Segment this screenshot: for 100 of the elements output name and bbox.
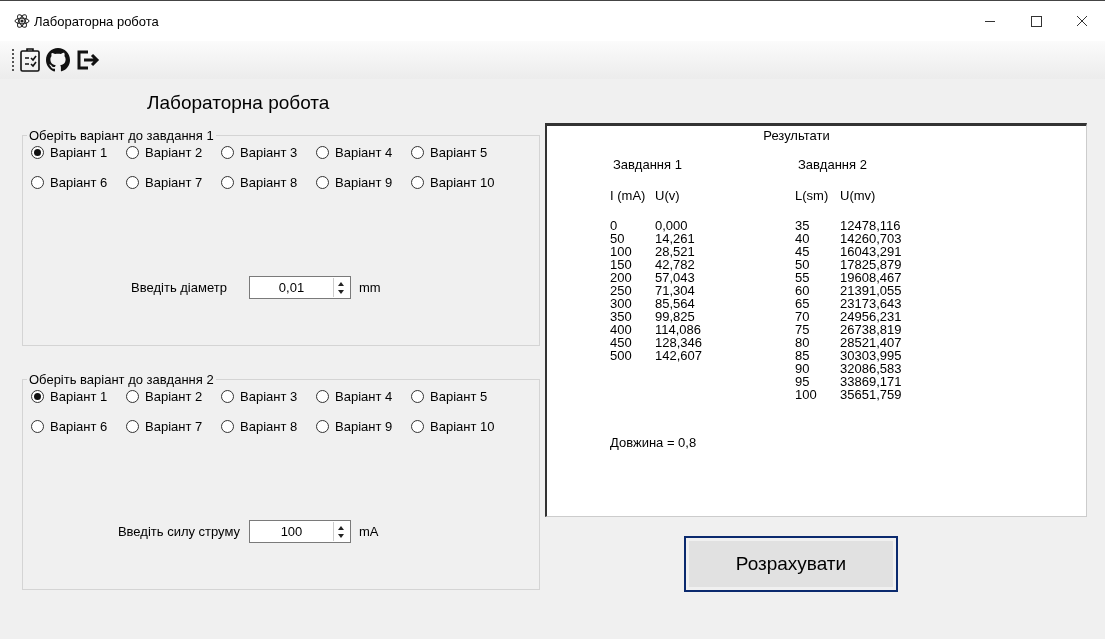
table-cell-text: 60	[795, 284, 811, 297]
table-cell-text: 250	[610, 284, 633, 297]
radio-circle-icon[interactable]	[411, 420, 424, 433]
task-heading: Завдання 2	[798, 157, 868, 174]
table-cell-text: 65	[795, 297, 811, 310]
radio-circle-icon[interactable]	[221, 390, 234, 403]
radio-circle-icon[interactable]	[316, 420, 329, 433]
table-cell-text: 142,607	[655, 349, 703, 362]
radio-option[interactable]: Варіант 4	[316, 145, 411, 160]
table-cell-text: 42,782	[655, 258, 696, 271]
radio-circle-icon[interactable]	[316, 146, 329, 159]
radio-circle-icon[interactable]	[31, 146, 44, 159]
table-cell-text: 28,521	[655, 245, 696, 258]
field-label: Введіть силу струму	[116, 524, 242, 539]
window-title: Лабораторна робота	[34, 13, 159, 29]
table-cell-text: 24956,231	[840, 310, 903, 323]
radio-circle-icon[interactable]	[126, 420, 139, 433]
table-cell-text: 30303,995	[840, 349, 903, 362]
table-cell-text: 45	[795, 245, 811, 258]
table-cell-text: 19608,467	[840, 271, 903, 284]
table-cell-text: 350	[610, 310, 633, 323]
radio-circle-icon[interactable]	[126, 390, 139, 403]
radio-circle-icon[interactable]	[316, 390, 329, 403]
radio-option[interactable]: Варіант 3	[221, 145, 316, 160]
radio-circle-icon[interactable]	[31, 390, 44, 403]
column-header: U(v)	[655, 189, 681, 205]
results-title: Результати	[762, 128, 831, 143]
radio-option[interactable]: Варіант 7	[126, 175, 221, 190]
table-cell-text: 114,086	[655, 323, 703, 336]
radio-option[interactable]: Варіант 9	[316, 175, 411, 190]
radio-option[interactable]: Варіант 1	[31, 389, 126, 404]
column-header: I (mA)	[610, 189, 647, 205]
table-cell-text: 450	[610, 336, 633, 349]
radio-option[interactable]: Варіант 5	[411, 145, 521, 160]
table-cell-text: 85,564	[655, 297, 696, 310]
radio-circle-icon[interactable]	[31, 176, 44, 189]
radio-circle-icon[interactable]	[316, 176, 329, 189]
table-cell-text: 85	[795, 349, 811, 362]
radio-option[interactable]: Варіант 8	[221, 419, 316, 434]
field-label: Введіть діаметр	[130, 280, 228, 295]
column-header: L(sm)	[795, 189, 830, 205]
table-cell-text: 28521,407	[840, 336, 903, 349]
radio-option[interactable]: Варіант 9	[316, 419, 411, 434]
table-cell-text: 12478,116	[840, 219, 902, 232]
table-cell-text: 70	[795, 310, 811, 323]
table-cell-text: 300	[610, 297, 633, 310]
clipboard-checklist-icon[interactable]	[19, 47, 41, 73]
table-cell-text: 71,304	[655, 284, 696, 297]
grip-icon	[12, 48, 15, 72]
radio-option[interactable]: Варіант 4	[316, 389, 411, 404]
radio-option[interactable]: Варіант 2	[126, 145, 221, 160]
table-cell-text: 128,346	[655, 336, 703, 349]
table-cell-text: 50	[610, 232, 626, 245]
table-cell-text: 100	[610, 245, 633, 258]
table-cell-text: 99,825	[655, 310, 696, 323]
radio-circle-icon[interactable]	[221, 420, 234, 433]
table-cell-text: 500	[610, 349, 633, 362]
table-cell-text: 95	[795, 375, 811, 388]
radio-option[interactable]: Варіант 5	[411, 389, 521, 404]
radio-option[interactable]: Варіант 3	[221, 389, 316, 404]
table-cell-text: 26738,819	[840, 323, 903, 336]
table-cell-text: 80	[795, 336, 811, 349]
radio-circle-icon[interactable]	[411, 390, 424, 403]
radio-option[interactable]: Варіант 2	[126, 389, 221, 404]
table-cell-text: 33869,171	[840, 375, 903, 388]
radio-circle-icon[interactable]	[411, 176, 424, 189]
form-heading: Лабораторна робота	[147, 92, 331, 115]
radio-circle-icon[interactable]	[126, 146, 139, 159]
table-cell-text: 57,043	[655, 271, 696, 284]
atom-icon	[14, 13, 30, 29]
radio-option[interactable]: Варіант 6	[31, 419, 126, 434]
table-cell-text: 200	[610, 271, 633, 284]
table-cell-text: 40	[795, 232, 811, 245]
radio-circle-icon[interactable]	[31, 420, 44, 433]
group-title: Оберіть варіант до завдання 2	[28, 372, 215, 387]
radio-circle-icon[interactable]	[221, 146, 234, 159]
table-cell-text: 75	[795, 323, 811, 336]
table-cell-text: 0,000	[655, 219, 689, 232]
radio-option[interactable]: Варіант 1	[31, 145, 126, 160]
calculate-button[interactable]: Розрахувати	[684, 536, 898, 592]
radio-circle-icon[interactable]	[411, 146, 424, 159]
table-cell-text: 55	[795, 271, 811, 284]
radio-circle-icon[interactable]	[221, 176, 234, 189]
column-header: U(mv)	[840, 189, 877, 205]
table-cell-text: 32086,583	[840, 362, 903, 375]
radio-option[interactable]: Варіант 7	[126, 419, 221, 434]
radio-option[interactable]: Варіант 8	[221, 175, 316, 190]
result-text: Довжина = 0,8	[609, 435, 698, 450]
number-field[interactable]: 0,01	[249, 276, 351, 299]
table-cell-text: 21391,055	[840, 284, 903, 297]
table-cell-text: 16043,291	[840, 245, 903, 258]
radio-circle-icon[interactable]	[126, 176, 139, 189]
number-field[interactable]: 100	[249, 520, 351, 543]
table-cell-text: 23173,643	[840, 297, 903, 310]
radio-option[interactable]: Варіант 10	[411, 175, 521, 190]
github-icon[interactable]	[45, 47, 71, 73]
radio-option[interactable]: Варіант 6	[31, 175, 126, 190]
radio-option[interactable]: Варіант 10	[411, 419, 521, 434]
table-cell-text: 90	[795, 362, 811, 375]
table-cell-text: 35	[795, 219, 811, 232]
